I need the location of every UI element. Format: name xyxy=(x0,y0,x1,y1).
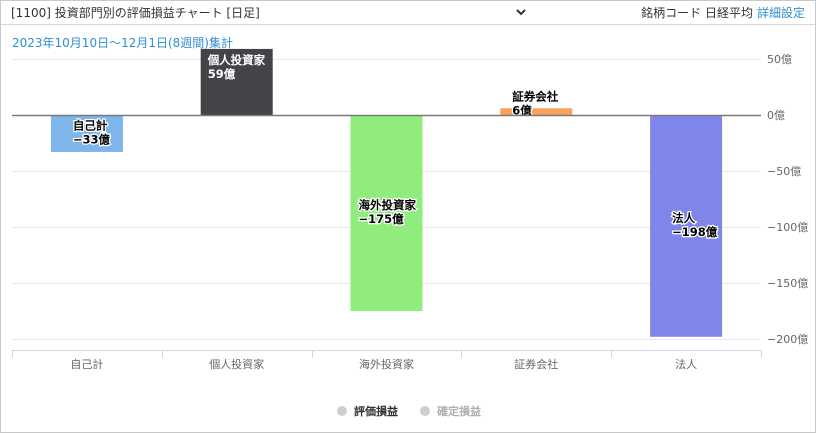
y-tick-label: 0億 xyxy=(767,109,785,122)
data-label: −33億 xyxy=(73,132,111,146)
legend: 評価損益 確定損益 xyxy=(1,402,816,420)
x-tick-label: 海外投資家 xyxy=(359,357,414,371)
y-tick-label: −150億 xyxy=(767,277,808,290)
legend-item-evaluation[interactable]: 評価損益 xyxy=(337,403,398,419)
data-label: −198億 xyxy=(672,225,718,239)
data-label: −175億 xyxy=(359,212,405,226)
bar-chart: 50億0億−50億−100億−150億−200億自己計−33億自己計個人投資家5… xyxy=(12,48,808,371)
data-label: 証券会社 xyxy=(512,89,558,103)
data-label: 海外投資家 xyxy=(359,198,417,212)
data-label: 法人 xyxy=(672,211,695,225)
data-label: 個人投資家 xyxy=(207,53,266,67)
data-label: 自己計 xyxy=(73,118,108,132)
legend-item-realized[interactable]: 確定損益 xyxy=(420,403,481,419)
y-tick-label: −50億 xyxy=(767,165,801,178)
legend-label: 評価損益 xyxy=(354,405,398,418)
legend-dot xyxy=(337,406,347,416)
legend-label: 確定損益 xyxy=(437,405,481,418)
bar[interactable] xyxy=(500,108,573,115)
data-label: 59億 xyxy=(208,67,236,81)
legend-dot xyxy=(420,406,430,416)
x-tick-label: 証券会社 xyxy=(514,357,558,371)
x-tick-label: 自己計 xyxy=(70,357,103,371)
y-tick-label: 50億 xyxy=(767,53,792,66)
y-tick-label: −100億 xyxy=(767,221,808,234)
x-tick-label: 法人 xyxy=(675,357,697,371)
x-tick-label: 個人投資家 xyxy=(209,357,264,371)
y-tick-label: −200億 xyxy=(767,333,808,346)
chart-panel: [1100] 投資部門別の評価損益チャート [日足] 銘柄コード 日経平均 詳細… xyxy=(0,0,816,433)
